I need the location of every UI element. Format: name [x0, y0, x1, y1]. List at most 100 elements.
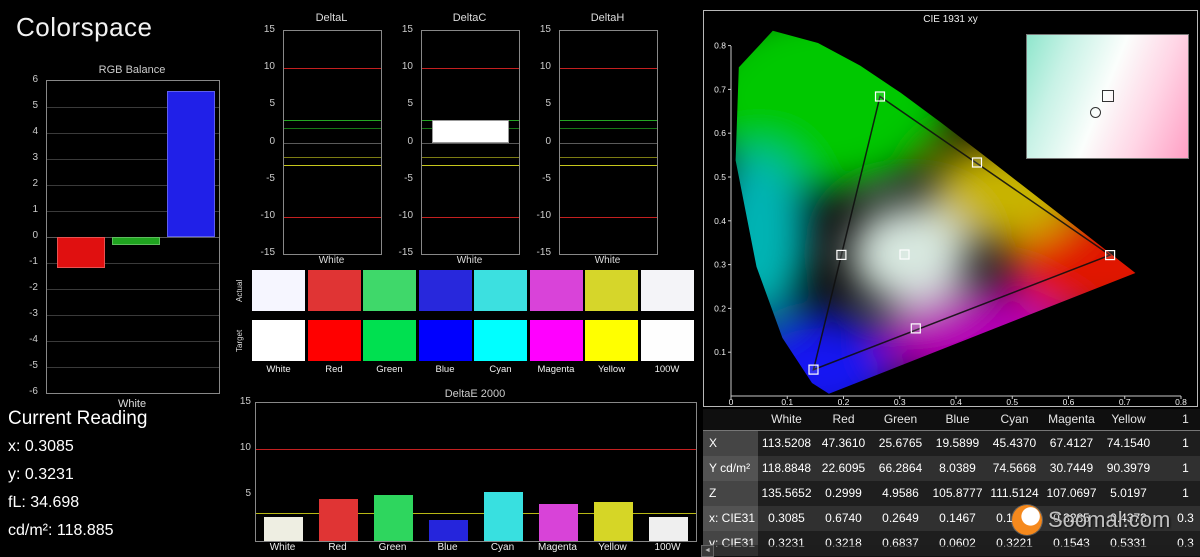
swatch-row-label-target: Target — [235, 329, 244, 352]
delta-limit-line — [422, 216, 519, 218]
delta-chart-title: DeltaL — [315, 12, 348, 24]
delta-plot-area — [421, 30, 520, 255]
rgb-y-tick-label: 2 — [32, 178, 38, 189]
delta-limit-line — [284, 157, 381, 159]
delta-y-tick-label: -15 — [260, 247, 275, 258]
cie-x-tick-label: 0.8 — [1175, 397, 1187, 406]
table-cell: 45.4370 — [986, 431, 1043, 456]
table-horizontal-scrollbar[interactable]: ◄ — [701, 545, 1200, 557]
delta-limit-line — [422, 164, 519, 166]
delta-y-tick-label: 0 — [545, 135, 551, 147]
cie-title: CIE 1931 xy — [923, 14, 978, 25]
delta-y-tick-label: 0 — [269, 135, 275, 147]
table-cell: 0.3085 — [758, 506, 815, 531]
swatch-actual-white — [252, 270, 305, 311]
swatch-column-label: Green — [376, 364, 403, 375]
table-cell: 135.5652 — [758, 481, 815, 506]
delta-limit-line — [284, 164, 381, 166]
deltae-2000-chart: DeltaE 2000 15 10 5 White Red Green Blue Cyan M… — [233, 386, 701, 557]
rgb-y-tick-label: -6 — [29, 386, 38, 397]
delta-y-tick-label: 15 — [263, 24, 275, 35]
delta-y-tick-label: 0 — [407, 135, 413, 147]
delta-zero-line — [422, 142, 519, 144]
table-cell: 74.1540 — [1100, 431, 1157, 456]
delta-y-tick-label: -10 — [536, 209, 551, 221]
cie-point-blue — [808, 364, 819, 375]
table-cell: 107.0697 — [1043, 481, 1100, 506]
rgb-y-tick-label: -5 — [29, 360, 38, 371]
swatch-column-label: Cyan — [489, 364, 512, 375]
deltae-x-tick-label: Blue — [437, 542, 458, 553]
delta-limit-line — [422, 68, 519, 70]
delta-y-axis-labels: 15 10 5 0 -5 -10 -15 — [245, 24, 279, 258]
scroll-track[interactable] — [714, 545, 1200, 557]
rgb-plot-area — [46, 80, 220, 394]
cie-y-tick-label: 0.1 — [714, 347, 726, 357]
table-cell: 111.5124 — [986, 481, 1043, 506]
table-cell: 67.4127 — [1043, 431, 1100, 456]
cie-y-tick-label: 0.7 — [714, 84, 726, 94]
rgb-bar-green — [112, 237, 160, 245]
delta-x-axis-label: White — [456, 255, 483, 266]
color-swatch-panel: Actual Target White Red Green Blue Cyan Magenta… — [233, 266, 698, 386]
table-cell: 4.9586 — [872, 481, 929, 506]
deltae-x-tick-label: Magenta — [538, 542, 577, 553]
cie-point-white — [899, 249, 910, 260]
delta-limit-line — [560, 127, 657, 129]
delta-y-tick-label: -15 — [536, 247, 551, 258]
delta-y-tick-label: -15 — [398, 247, 413, 258]
swatch-column-label: Magenta — [537, 364, 575, 375]
table-header-cell: Red — [832, 412, 855, 426]
swatch-actual-cyan — [474, 270, 527, 311]
delta-x-axis-label: White — [594, 255, 621, 266]
delta-y-tick-label: 15 — [539, 24, 551, 35]
scroll-left-button[interactable]: ◄ — [701, 545, 714, 557]
table-cell: 0.6740 — [815, 506, 872, 531]
table-cell: 5.0197 — [1100, 481, 1157, 506]
table-header-row: White Red Green Blue Cyan Magenta Yellow 1 — [703, 409, 1200, 431]
rgb-balance-chart: RGB Balance 6 5 4 3 2 1 0 -1 -2 -3 -4 -5 -6 White — [0, 60, 232, 416]
rgb-y-tick-label: -1 — [29, 256, 38, 267]
table-row-label: x: CIE31 — [703, 506, 758, 531]
delta-y-tick-label: -5 — [542, 172, 551, 184]
swatch-row-label-actual: Actual — [235, 279, 244, 302]
delta-y-tick-label: 5 — [269, 98, 275, 110]
rgb-y-tick-label: 6 — [32, 74, 38, 85]
table-header-cell: 1 — [1182, 412, 1189, 426]
delta-charts-group: DeltaL 15 10 5 0 -5 -10 -15 White DeltaC 15 10 5 0 -5 -… — [233, 0, 701, 266]
delta-limit-line — [284, 216, 381, 218]
delta-limit-line — [422, 157, 519, 159]
delta-chart-title: DeltaH — [590, 12, 625, 24]
table-cell: 0.3285 — [1043, 506, 1100, 531]
rgb-gridline — [47, 289, 219, 290]
swatch-column-label: White — [266, 364, 291, 375]
cie-point-yellow — [971, 157, 983, 168]
table-cell: 22.6095 — [815, 456, 872, 481]
table-cell: 90.3979 — [1100, 456, 1157, 481]
deltae-y-tick-label: 15 — [239, 396, 251, 407]
swatch-target-green — [363, 320, 416, 361]
current-reading-title: Current Reading — [8, 408, 148, 429]
table-cell: 1 — [1157, 431, 1200, 456]
delta-y-tick-label: 10 — [263, 61, 275, 73]
cie-x-tick-label: 0.2 — [838, 397, 850, 406]
cie-y-tick-label: 0.6 — [714, 128, 726, 138]
delta-limit-line — [560, 216, 657, 218]
deltae-bar-red — [319, 498, 358, 541]
rgb-y-tick-label: 5 — [32, 100, 38, 111]
cie-x-tick-label: 0.5 — [1006, 397, 1018, 406]
cie-x-tick-label: 0.1 — [781, 397, 793, 406]
reading-fl: fL: 34.698 — [8, 494, 80, 511]
rgb-y-tick-label: -4 — [29, 334, 38, 345]
table-header-cell: White — [771, 412, 802, 426]
deltae-bar-magenta — [539, 504, 578, 541]
rgb-gridline — [47, 341, 219, 342]
cie-y-tick-label: 0.8 — [714, 41, 726, 51]
deltae-x-tick-label: White — [269, 542, 296, 553]
table-cell: 105.8777 — [929, 481, 986, 506]
rgb-gridline — [47, 367, 219, 368]
cie-y-tick-label: 0.2 — [714, 303, 726, 313]
deltae-y-axis-labels: 15 10 5 — [233, 396, 253, 542]
swatch-column-label: 100W — [654, 364, 680, 375]
swatch-target-magenta — [529, 320, 583, 361]
